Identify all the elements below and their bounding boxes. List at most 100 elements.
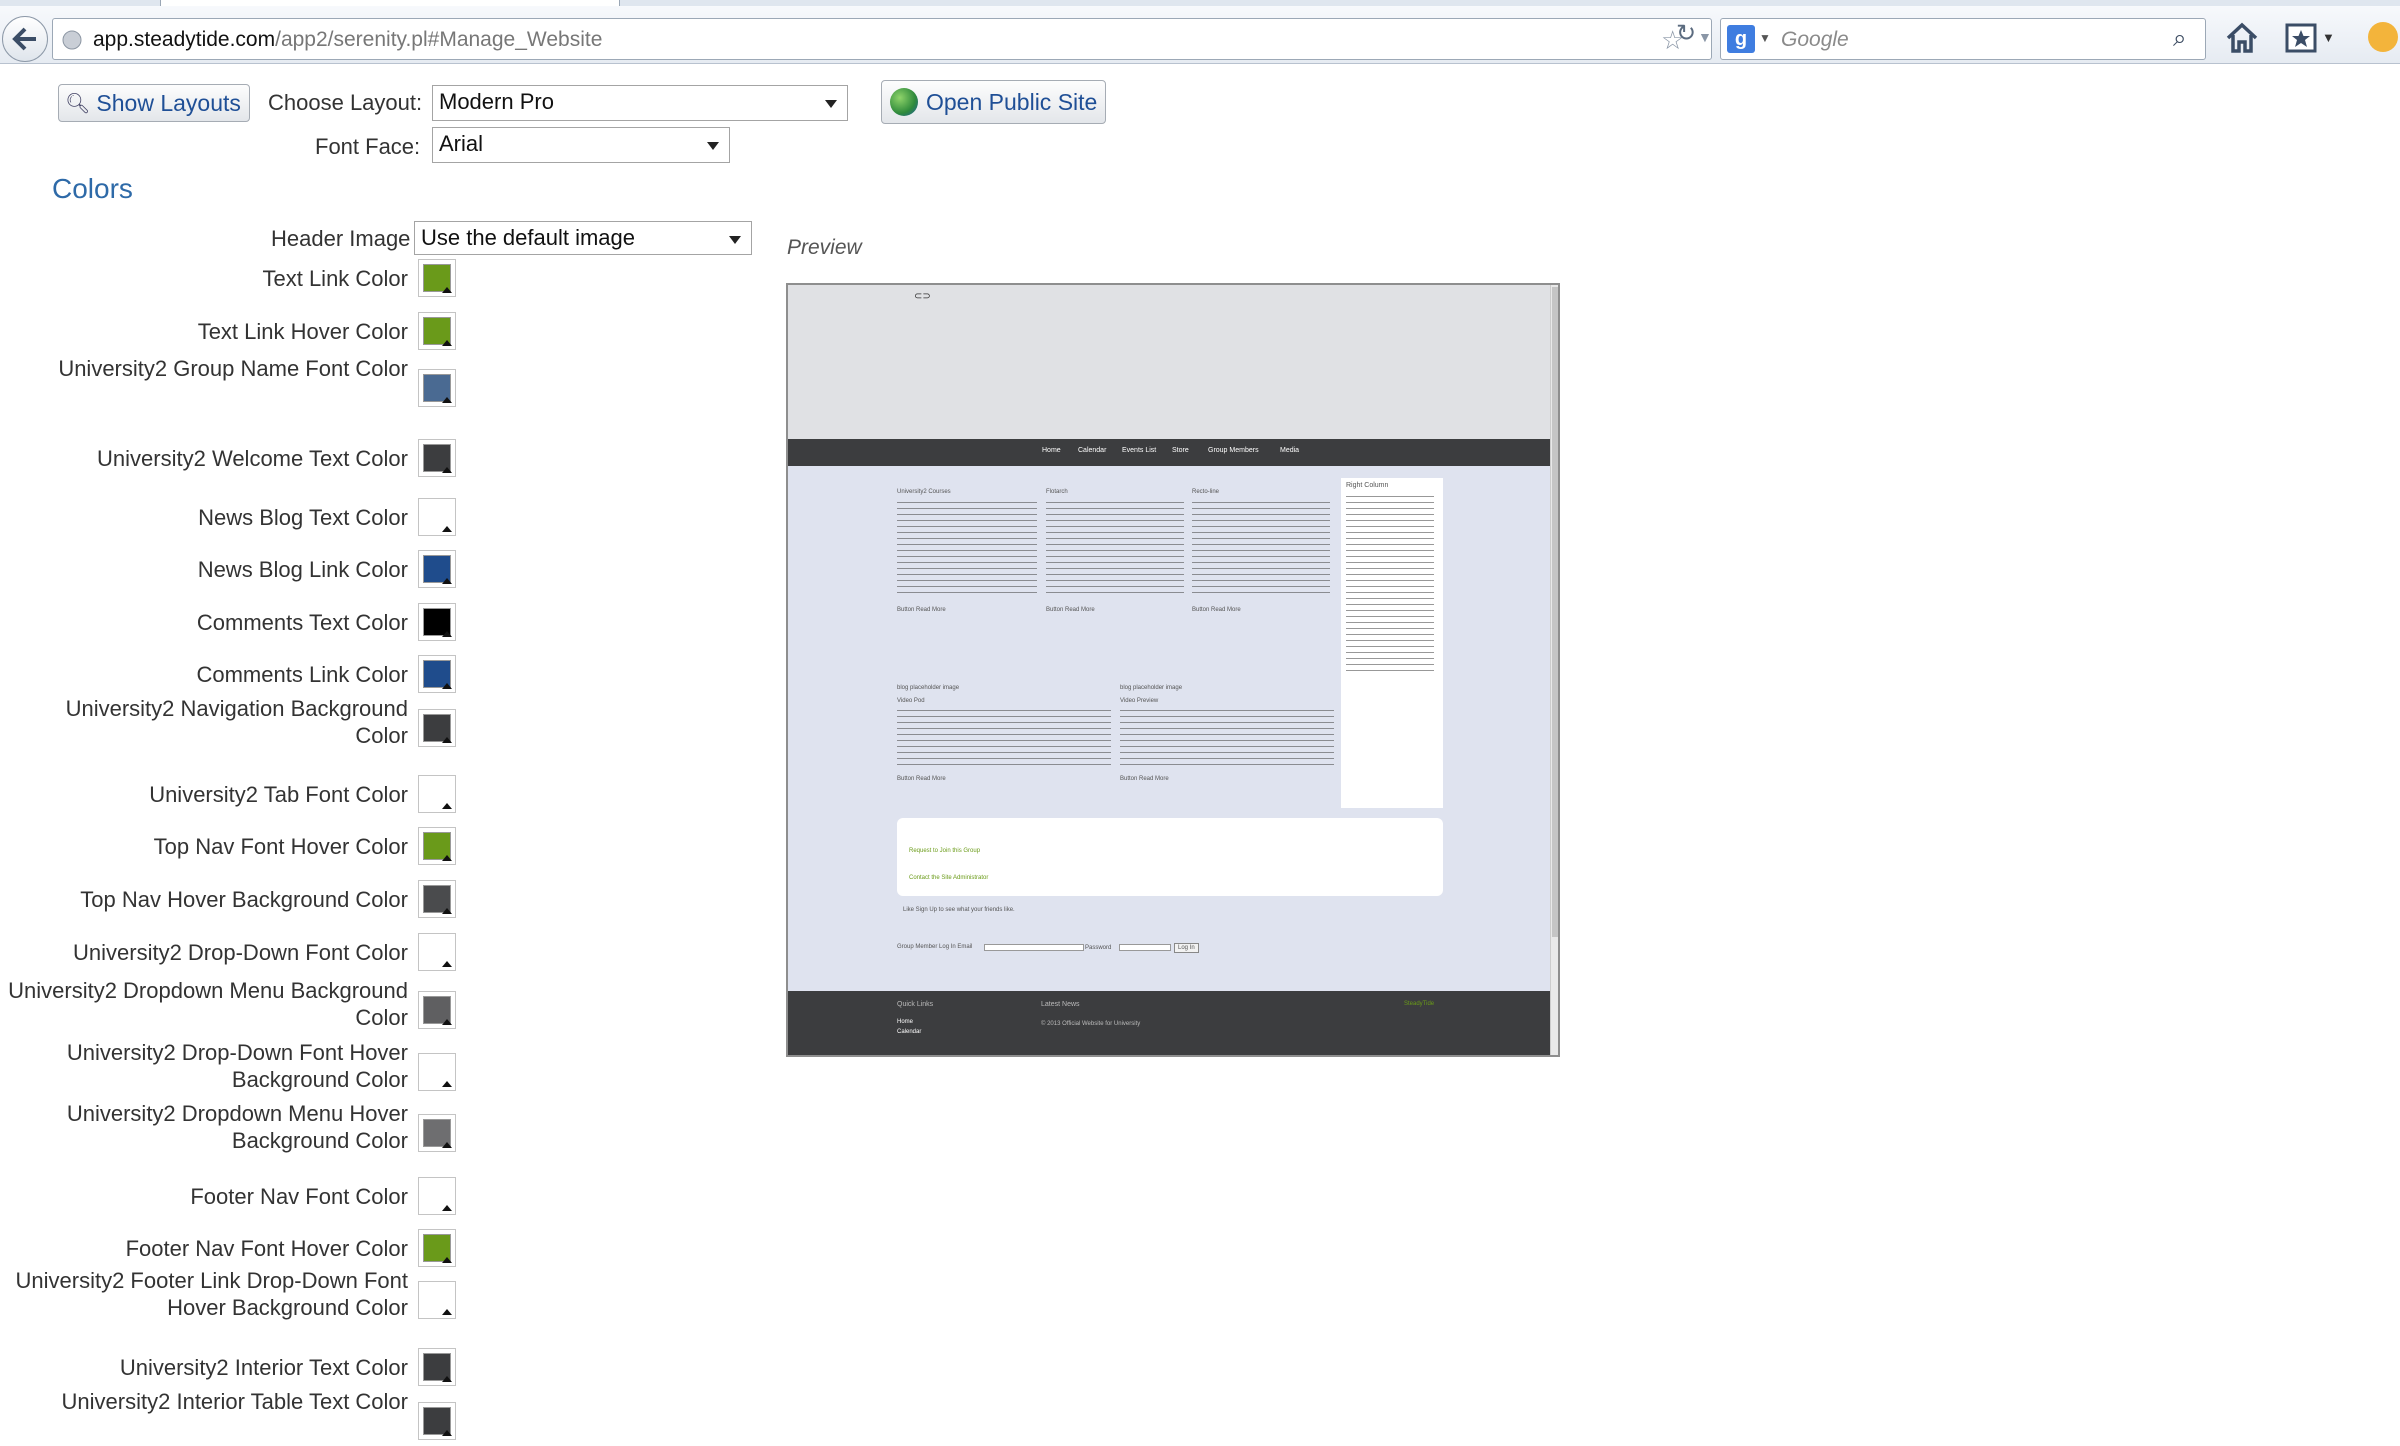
color-setting-label: University2 Interior Table Text Color [61,1389,408,1414]
color-swatch-picker[interactable] [418,827,456,865]
preview-read-more: Button Read More [1192,607,1241,613]
color-setting-row: University2 Drop-Down Font Hover Backgro… [40,1040,460,1097]
color-swatch-picker[interactable] [418,498,456,536]
color-swatch-picker[interactable] [418,933,456,971]
preview-footer: Quick Links Home Calendar Latest News © … [788,991,1550,1055]
color-swatch-picker[interactable] [418,991,456,1029]
picker-arrow-icon [442,737,452,743]
color-swatch-picker[interactable] [418,369,456,407]
address-bar[interactable]: app.steadytide.com/app2/serenity.pl#Mana… [52,18,1712,60]
preview-like-text: Like Sign Up to see what your friends li… [903,907,1015,913]
picker-arrow-icon [442,1430,452,1436]
preview-footer-home: Home [897,1019,914,1025]
google-search-engine-icon[interactable]: g [1727,25,1755,53]
reload-icon[interactable]: ↻ [1676,22,1696,46]
color-setting-label: University2 Dropdown Menu Background Col… [8,978,408,1030]
url-text: app.steadytide.com/app2/serenity.pl#Mana… [93,28,602,52]
color-setting-label: University2 Drop-Down Font Hover Backgro… [66,1040,408,1092]
picker-arrow-icon [442,683,452,689]
font-face-select[interactable]: Arial [432,127,730,163]
picker-arrow-icon [442,1257,452,1263]
color-swatch-picker[interactable] [418,439,456,477]
color-setting-row: University2 Navigation Background Color [40,696,460,753]
preview-text-block [1192,502,1330,598]
color-swatch-picker[interactable] [418,1114,456,1152]
bookmarks-icon[interactable] [2284,22,2320,54]
preview-footer-quick-links: Quick Links [897,1001,934,1008]
picker-arrow-icon [442,1081,452,1087]
open-public-site-button[interactable]: Open Public Site [881,80,1107,124]
color-setting-row: University2 Dropdown Menu Hover Backgrou… [40,1101,460,1158]
chevron-down-icon [707,142,719,150]
search-engine-dropdown-icon[interactable]: ▼ [1759,31,1771,45]
back-button[interactable] [2,16,48,62]
picker-arrow-icon [442,287,452,293]
preview-nav-item: Events List [1122,447,1157,454]
preview-right-column: Right Column [1341,478,1443,808]
color-swatch-picker[interactable] [418,603,456,641]
color-swatch-picker[interactable] [418,259,456,297]
color-setting-row: Text Link Hover Color [40,312,460,356]
color-swatch-picker[interactable] [418,1281,456,1319]
magnifier-icon: 🔍︎ [65,92,91,115]
color-setting-row: Text Link Color [40,259,460,303]
picker-arrow-icon [442,855,452,861]
font-face-value: Arial [439,131,484,156]
color-swatch-picker[interactable] [418,880,456,918]
home-icon[interactable] [2224,20,2260,56]
color-setting-label: University2 Navigation Background Color [65,696,408,748]
color-setting-label: University2 Tab Font Color [149,782,408,807]
color-setting-label: Top Nav Font Hover Color [153,834,408,859]
show-layouts-button[interactable]: 🔍︎ Show Layouts [58,84,250,122]
search-bar[interactable]: g ▼ Google ⌕ [1720,18,2206,60]
color-swatch-picker[interactable] [418,312,456,350]
preview-scrollbar[interactable] [1550,285,1558,1055]
color-setting-row: News Blog Link Color [40,550,460,594]
preview-text-block [897,502,1037,598]
choose-layout-label: Choose Layout: [268,90,423,115]
preview-login-button: Log In [1174,943,1199,953]
addon-icon[interactable] [2368,22,2398,52]
preview-read-more: Button Read More [897,776,946,782]
preview-text-block [1046,502,1184,598]
color-setting-row: University2 Footer Link Drop-Down Font H… [16,1268,460,1325]
preview-read-more: Button Read More [1120,776,1169,782]
preview-password-label: Password [1085,945,1112,951]
color-swatch-picker[interactable] [418,655,456,693]
color-swatch-picker[interactable] [418,1229,456,1267]
chevron-down-icon [729,236,741,244]
header-image-select[interactable]: Use the default image [414,221,752,255]
header-image-value: Use the default image [421,225,636,250]
page-content: 🔍︎ Show Layouts Choose Layout: Modern Pr… [0,65,2400,1440]
color-swatch-picker[interactable] [418,775,456,813]
color-setting-label: University2 Footer Link Drop-Down Font H… [15,1268,408,1320]
picker-arrow-icon [442,908,452,914]
picker-arrow-icon [442,467,452,473]
picker-arrow-icon [442,1376,452,1382]
preview-login-label: Group Member Log In Email [897,944,973,950]
color-setting-row: University2 Dropdown Menu Background Col… [8,978,460,1035]
history-dropdown-icon[interactable]: ▼ [1698,29,1712,45]
search-icon[interactable]: ⌕ [2173,25,2186,53]
color-swatch-picker[interactable] [418,1053,456,1091]
color-swatch-picker[interactable] [418,709,456,747]
choose-layout-value: Modern Pro [439,89,554,114]
preview-scroll-thumb[interactable] [1552,287,1558,937]
color-setting-label: University2 Welcome Text Color [97,446,408,471]
color-setting-label: Comments Text Color [196,610,408,635]
color-setting-label: Top Nav Hover Background Color [80,887,408,912]
choose-layout-select[interactable]: Modern Pro [432,85,848,121]
picker-arrow-icon [442,397,452,403]
preview-read-more: Button Read More [1046,607,1095,613]
color-swatch-picker[interactable] [418,550,456,588]
back-arrow-icon [12,27,36,51]
color-setting-row: University2 Drop-Down Font Color [40,933,460,977]
header-image-label: Header Image [271,226,411,251]
preview-email-field [984,944,1084,951]
color-swatch-picker[interactable] [418,1402,456,1440]
bookmarks-dropdown-icon[interactable]: ▼ [2322,30,2335,45]
preview-column-title: Recto-line [1192,489,1220,495]
preview-join-link: Request to Join this Group [909,848,981,854]
color-swatch-picker[interactable] [418,1177,456,1215]
color-swatch-picker[interactable] [418,1348,456,1386]
